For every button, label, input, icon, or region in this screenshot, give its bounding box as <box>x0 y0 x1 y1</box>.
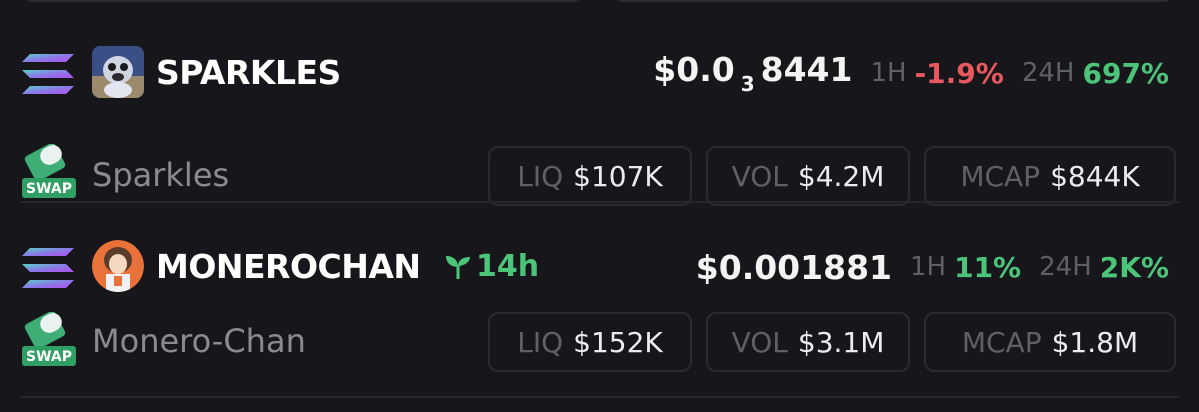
change-1h-label: 1H <box>910 252 947 282</box>
swap-icon: SWAP <box>22 144 76 198</box>
token-name: Monero-Chan <box>92 322 306 360</box>
liquidity-stat: LIQ $107K <box>488 146 692 206</box>
stat-label: VOL <box>731 325 788 359</box>
price-zero-count: 3 <box>740 72 755 96</box>
stat-label: MCAP <box>960 159 1041 193</box>
token-age: 14h <box>444 236 539 298</box>
volume-stat: VOL $3.1M <box>706 312 910 372</box>
price-line: $0.001881 1H 11% 24H 2K% <box>696 236 1169 298</box>
liquidity-stat: LIQ $152K <box>488 312 692 372</box>
previous-card-right-edge <box>612 0 1174 2</box>
stat-value: $152K <box>573 325 663 359</box>
token-price: $0.001881 <box>695 247 892 287</box>
token-price: $0.0 3 8441 <box>653 50 853 96</box>
volume-stat: VOL $4.2M <box>706 146 910 206</box>
token-avatar <box>92 240 144 292</box>
token-row-sparkles[interactable]: SPARKLES $0.0 3 8441 1H -1.9% 24H 697% SWA… <box>0 34 1199 206</box>
price-line: $0.0 3 8441 1H -1.9% 24H 697% <box>653 42 1169 104</box>
stat-label: VOL <box>731 159 788 193</box>
token-age-value: 14h <box>476 249 540 284</box>
stat-value: $4.2M <box>797 159 885 193</box>
stat-value: $1.8M <box>1051 325 1139 359</box>
mcap-stat: MCAP $844K <box>924 146 1176 206</box>
change-1h-value: -1.9% <box>914 56 1004 90</box>
change-24h-value: 2K% <box>1099 250 1169 284</box>
stat-label: LIQ <box>517 159 564 193</box>
change-24h-label: 24H <box>1021 58 1075 88</box>
token-avatar <box>92 46 144 98</box>
stat-label: MCAP <box>961 325 1042 359</box>
solana-icon <box>22 54 74 94</box>
change-24h-value: 697% <box>1082 56 1169 90</box>
svg-text:SWAP: SWAP <box>26 181 72 197</box>
solana-icon <box>22 248 74 288</box>
token-symbol: MONEROCHAN <box>156 247 421 286</box>
token-name: Sparkles <box>92 156 230 194</box>
change-1h-label: 1H <box>870 58 907 88</box>
change-1h-value: 11% <box>954 250 1022 284</box>
svg-text:SWAP: SWAP <box>26 349 72 365</box>
swap-icon: SWAP <box>22 312 76 366</box>
previous-card-left-edge <box>22 0 584 2</box>
row-divider <box>20 396 1179 398</box>
mcap-stat: MCAP $1.8M <box>924 312 1176 372</box>
stat-value: $107K <box>573 159 663 193</box>
stat-value: $3.1M <box>797 325 885 359</box>
stat-label: LIQ <box>517 325 564 359</box>
sprout-icon <box>446 256 470 279</box>
row-divider <box>20 201 1179 203</box>
stat-value: $844K <box>1050 159 1140 193</box>
token-symbol: SPARKLES <box>156 53 341 92</box>
change-24h-label: 24H <box>1039 252 1092 282</box>
token-row-monerochan[interactable]: MONEROCHAN 14h $0.001881 1H 11% 24H 2K% … <box>0 228 1199 398</box>
